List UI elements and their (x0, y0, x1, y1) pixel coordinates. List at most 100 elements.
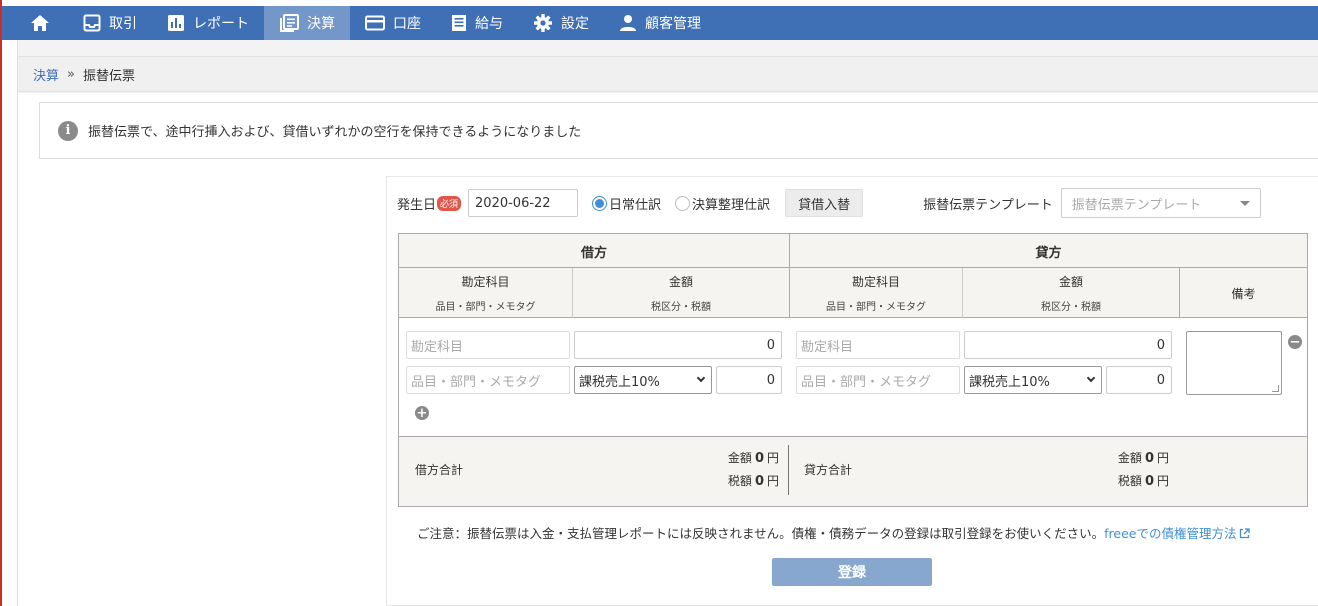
nav-closing[interactable]: 決算 (264, 6, 350, 40)
breadcrumb-separator: » (67, 66, 75, 82)
account-sub-text: 品目・部門・メモタグ (435, 302, 536, 313)
radio-closing-entry[interactable]: 決算整理仕訳 (675, 194, 770, 213)
remove-row-icon[interactable]: − (1288, 335, 1302, 349)
required-badge: 必須 (437, 195, 462, 211)
nav-reports[interactable]: レポート (152, 6, 264, 40)
person-icon (620, 15, 636, 31)
debit-account-header: 勘定科目 品目・部門・メモタグ (399, 268, 572, 318)
credit-total-amount-value: 0 (1144, 451, 1154, 466)
amount-label: 金額 (727, 451, 752, 465)
nav-settings[interactable]: 設定 (518, 6, 604, 40)
nav-customers[interactable]: 顧客管理 (604, 6, 716, 40)
info-notice: i 振替伝票で、途中行挿入および、貸借いずれかの空行を保持できるようになりました (39, 102, 1318, 159)
currency: 円 (766, 474, 779, 488)
breadcrumb-current: 振替伝票 (82, 68, 135, 84)
amount-sub-text: 税区分・税額 (651, 302, 711, 313)
memo-textarea[interactable] (1186, 331, 1282, 395)
receivables-help-link[interactable]: freeeでの債権管理方法 (1104, 526, 1251, 541)
totals-row: 借方合計 金額 0 円 税額 0 円 貸方合計 金額 0 円 税額 0 円 (399, 436, 1307, 506)
add-row-icon[interactable]: + (415, 406, 429, 420)
credit-total-tax: 税額 0 円 (1089, 472, 1169, 489)
nav-label: 給与 (475, 16, 503, 32)
template-placeholder: 振替伝票テンプレート (1071, 197, 1202, 213)
date-input[interactable] (468, 189, 579, 217)
breadcrumb-parent-link[interactable]: 決算 (33, 65, 59, 84)
debit-total-label: 借方合計 (415, 463, 464, 477)
form-header-row: 発生日 必須 日常仕訳 決算整理仕訳 貸借入替 振替伝票テンプレート 振替伝票テ… (397, 188, 1307, 218)
credit-account-header: 勘定科目 品目・部門・メモタグ (790, 268, 962, 318)
inbox-icon (83, 14, 101, 32)
window-left-border (0, 0, 2, 606)
account-header-text: 勘定科目 (851, 275, 900, 289)
amount-sub-text: 税区分・税額 (1041, 302, 1101, 313)
debit-total-amount: 金額 0 円 (699, 449, 779, 466)
table-header-top: 借方 貸方 (399, 234, 1307, 268)
debit-tax-amount-input[interactable]: 0 (716, 366, 782, 394)
memo-header: 備考 (1231, 286, 1256, 301)
nav-transactions[interactable]: 取引 (68, 6, 152, 40)
credit-amount-header: 金額 税区分・税額 (963, 268, 1179, 318)
radio-circle (675, 195, 691, 211)
tax-label: 税額 (1117, 474, 1142, 488)
nav-accounts[interactable]: 口座 (350, 6, 436, 40)
credit-account-input[interactable]: 勘定科目 (796, 331, 960, 359)
credit-tags-input[interactable]: 品目・部門・メモタグ (796, 366, 960, 394)
credit-total-amount: 金額 0 円 (1089, 449, 1169, 466)
table-header-columns: 勘定科目 品目・部門・メモタグ 金額 税区分・税額 勘定科目 品目・部門・メモタ… (399, 268, 1307, 318)
tax-label: 税額 (727, 474, 752, 488)
home-icon (31, 15, 49, 31)
payslip-icon (452, 15, 466, 31)
currency: 円 (1156, 474, 1169, 488)
debit-account-input[interactable]: 勘定科目 (406, 331, 570, 359)
radio-label: 決算整理仕訳 (692, 197, 771, 213)
debit-tax-value: 課税売上10% (579, 374, 660, 390)
nav-home[interactable] (0, 6, 68, 40)
account-header-text: 勘定科目 (461, 275, 510, 289)
amount-label: 金額 (1117, 451, 1142, 465)
credit-tax-select[interactable]: 課税売上10% (964, 366, 1102, 394)
caret-down-icon (1239, 200, 1250, 206)
debit-total-tax: 税額 0 円 (699, 472, 779, 489)
debit-tags-input[interactable]: 品目・部門・メモタグ (406, 366, 570, 394)
register-button[interactable]: 登録 (772, 558, 932, 586)
debit-header: 借方 (580, 245, 607, 261)
debit-amount-input[interactable]: 0 (574, 331, 782, 359)
template-label: 振替伝票テンプレート (923, 197, 1053, 213)
credit-tax-amount-input[interactable]: 0 (1106, 366, 1172, 394)
swap-debit-credit-button[interactable]: 貸借入替 (785, 189, 864, 217)
info-icon: i (58, 120, 78, 141)
template-select[interactable]: 振替伝票テンプレート (1060, 188, 1261, 218)
journal-icon (280, 14, 299, 32)
amount-header-text: 金額 (668, 275, 693, 289)
amount-header-text: 金額 (1058, 275, 1083, 289)
journal-table: 借方 貸方 勘定科目 品目・部門・メモタグ 金額 税区分・税額 勘定科目 品目・… (398, 233, 1308, 507)
date-label: 発生日 (397, 197, 437, 213)
chevron-down-icon (696, 373, 706, 383)
nav-label: レポート (193, 16, 249, 32)
global-nav: 取引 レポート 決算 口座 給与 設定 顧客管理 (0, 6, 1318, 40)
currency: 円 (766, 451, 779, 465)
radio-circle (592, 195, 608, 211)
nav-payroll[interactable]: 給与 (436, 6, 518, 40)
resize-grip-icon (1272, 385, 1279, 392)
notice-text: 振替伝票で、途中行挿入および、貸借いずれかの空行を保持できるようになりました (88, 125, 582, 140)
nav-label: 口座 (393, 16, 421, 32)
currency: 円 (1156, 451, 1169, 465)
help-link-text: freeeでの債権管理方法 (1104, 526, 1237, 541)
nav-label: 取引 (109, 16, 137, 32)
nav-label: 決算 (307, 16, 335, 32)
nav-label: 顧客管理 (645, 16, 701, 32)
debit-tax-select[interactable]: 課税売上10% (574, 366, 712, 394)
caution-note: ご注意：振替伝票は入金・支払管理レポートには反映されません。債権・債務データの登… (417, 523, 1251, 542)
divider (788, 445, 789, 495)
caution-text: ご注意：振替伝票は入金・支払管理レポートには反映されません。債権・債務データの登… (417, 526, 1105, 541)
radio-normal-entry[interactable]: 日常仕訳 (592, 194, 661, 213)
credit-total-tax-value: 0 (1144, 474, 1154, 489)
bar-chart-icon (168, 15, 184, 31)
debit-amount-header: 金額 税区分・税額 (573, 268, 789, 318)
credit-amount-input[interactable]: 0 (964, 331, 1172, 359)
external-link-icon (1240, 528, 1251, 539)
journal-row: 勘定科目 0 品目・部門・メモタグ 課税売上10% 0 勘定科目 0 品目・部門… (399, 318, 1307, 435)
journal-form-panel: 発生日 必須 日常仕訳 決算整理仕訳 貸借入替 振替伝票テンプレート 振替伝票テ… (386, 176, 1318, 606)
chevron-down-icon (1086, 373, 1096, 383)
